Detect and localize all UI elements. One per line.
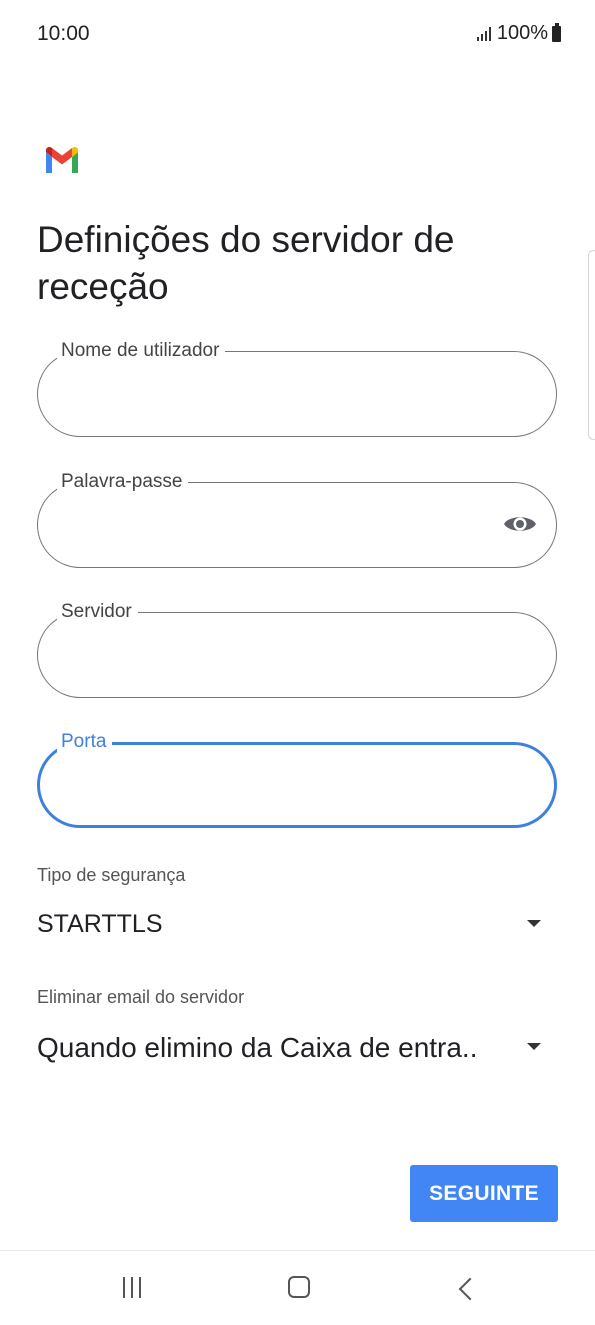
- username-label: Nome de utilizador: [57, 339, 226, 363]
- status-time: 10:00: [37, 22, 90, 45]
- signal-icon: [476, 26, 491, 41]
- password-label: Palavra-passe: [57, 470, 189, 494]
- server-input[interactable]: [61, 634, 505, 678]
- server-label: Servidor: [57, 600, 138, 624]
- delete-email-label: Eliminar email do servidor: [37, 987, 245, 1007]
- back-icon[interactable]: [458, 1277, 482, 1301]
- port-label: Porta: [57, 730, 113, 754]
- home-icon[interactable]: [288, 1276, 310, 1298]
- server-field[interactable]: Servidor: [37, 600, 557, 698]
- next-button[interactable]: SEGUINTE: [410, 1165, 558, 1222]
- password-field[interactable]: Palavra-passe: [37, 470, 557, 568]
- dropdown-arrow-icon: [527, 920, 541, 927]
- password-input[interactable]: [61, 504, 505, 548]
- status-bar: 10:00 100%: [0, 0, 595, 70]
- battery-level: 100%: [496, 22, 548, 44]
- status-indicators: 100%: [476, 22, 561, 45]
- security-type-value: STARTTLS: [37, 910, 163, 938]
- navigation-bar: [0, 1250, 595, 1325]
- security-type-label: Tipo de segurança: [37, 865, 186, 885]
- scroll-handle[interactable]: [588, 250, 595, 440]
- gmail-logo: [46, 146, 78, 173]
- battery-icon: [552, 22, 561, 42]
- dropdown-arrow-icon: [527, 1043, 541, 1050]
- security-type-select[interactable]: STARTTLS: [37, 902, 557, 946]
- port-input[interactable]: [61, 764, 505, 808]
- username-field[interactable]: Nome de utilizador: [37, 339, 557, 437]
- page-title: Definições do servidor de receção: [37, 219, 455, 307]
- port-field[interactable]: Porta: [37, 730, 557, 828]
- delete-email-value: Quando elimino da Caixa de entra..: [37, 1032, 478, 1063]
- username-input[interactable]: [61, 373, 505, 417]
- delete-email-select[interactable]: Quando elimino da Caixa de entra..: [37, 1024, 557, 1074]
- recent-apps-icon[interactable]: [123, 1277, 141, 1298]
- eye-icon[interactable]: [503, 513, 537, 535]
